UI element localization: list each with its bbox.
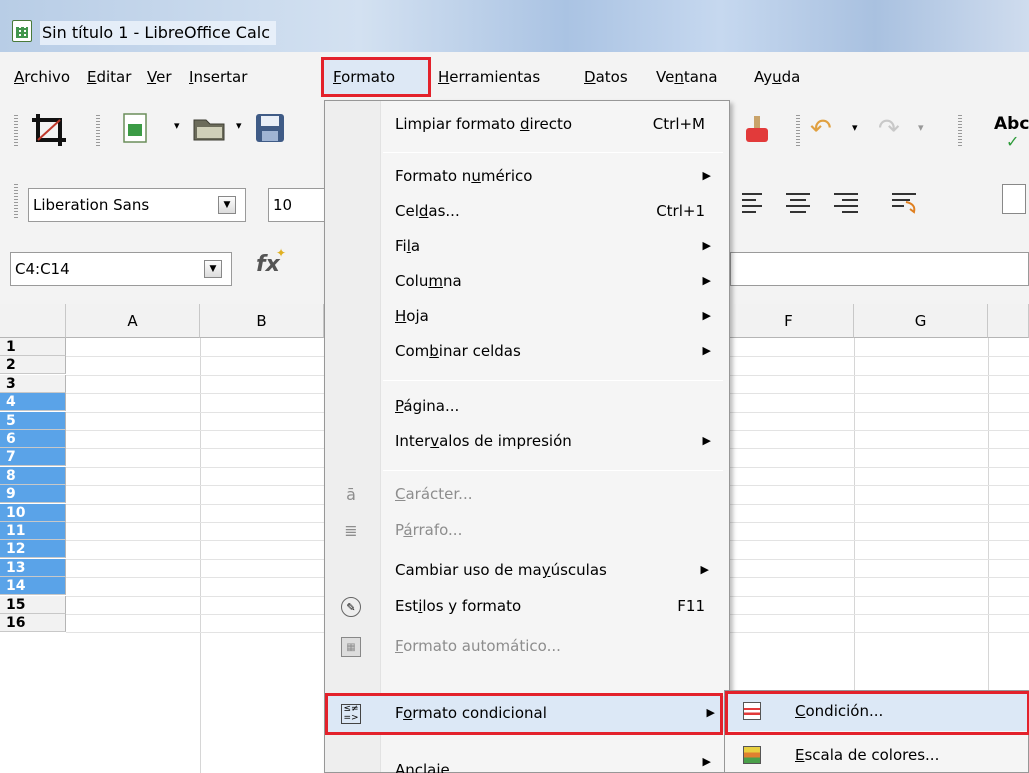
row-header[interactable]: 7 [0, 448, 66, 467]
font-name-field[interactable]: Liberation Sans [28, 188, 246, 222]
alignment-icons[interactable] [740, 188, 960, 218]
conditional-format-icon: ≤≠ => [341, 704, 361, 724]
spellcheck-check-icon: ✓ [1006, 132, 1020, 151]
submenu-arrow-icon: ▶ [706, 706, 715, 719]
condition-icon [743, 702, 761, 720]
menu-item-intervalos-impresion[interactable]: Intervalos de impresión ▶ [325, 424, 729, 458]
menu-item-combinar-celdas[interactable]: Combinar celdas ▶ [325, 334, 729, 368]
submenu-arrow-icon: ▶ [702, 239, 711, 252]
function-wizard-star-icon: ✦ [276, 246, 287, 260]
row-header[interactable]: 3 [0, 374, 66, 393]
row-header[interactable]: 12 [0, 540, 66, 559]
font-name-dropdown-icon[interactable]: ▼ [218, 196, 236, 214]
menu-datos[interactable]: Datos [584, 64, 628, 90]
undo-icon[interactable]: ↶ [810, 116, 832, 142]
menu-item-caracter[interactable]: ā Carácter... [325, 477, 729, 511]
toolbar-grip[interactable] [14, 182, 18, 218]
open-folder-icon[interactable] [192, 114, 228, 144]
redo-icon[interactable]: ↷ [878, 116, 900, 142]
row-header[interactable]: 8 [0, 466, 66, 485]
column-header-a[interactable]: A [66, 304, 200, 338]
toolbar-separator [796, 114, 800, 146]
name-box-dropdown-icon[interactable]: ▼ [204, 260, 222, 278]
title-bar: Sin título 1 - LibreOffice Calc [0, 0, 1029, 52]
formula-input[interactable] [730, 252, 1029, 286]
menu-item-estilos-formato[interactable]: ✎ Estilos y formato F11 [325, 589, 729, 623]
row-header[interactable]: 2 [0, 356, 66, 375]
row-header[interactable]: 4 [0, 393, 66, 412]
paragraph-icon: ≣ [344, 521, 358, 540]
character-icon: ā [346, 485, 356, 504]
save-icon[interactable] [254, 112, 288, 146]
menu-item-hoja[interactable]: Hoja ▶ [325, 299, 729, 333]
submenu-arrow-icon: ▶ [702, 344, 711, 357]
submenu-arrow-icon: ▶ [702, 274, 711, 287]
menu-item-parrafo[interactable]: ≣ Párrafo... [325, 513, 729, 547]
calc-app-icon [12, 20, 32, 42]
row-header[interactable]: 15 [0, 595, 66, 614]
menu-insertar[interactable]: Insertar [189, 64, 247, 90]
menu-item-formato-numerico[interactable]: Formato numérico ▶ [325, 159, 729, 193]
menu-item-celdas[interactable]: Celdas... Ctrl+1 [325, 194, 729, 228]
row-header[interactable]: 11 [0, 522, 66, 540]
menu-item-fila[interactable]: Fila ▶ [325, 229, 729, 263]
toolbar-separator [958, 114, 962, 146]
styles-icon: ✎ [341, 597, 361, 617]
menu-ventana[interactable]: Ventana [656, 64, 718, 90]
submenu-item-condicion[interactable]: Condición... [725, 691, 1029, 735]
row-header[interactable]: 16 [0, 614, 66, 632]
row-header[interactable]: 10 [0, 503, 66, 522]
new-spreadsheet-icon[interactable] [122, 112, 150, 146]
spellcheck-icon[interactable]: Abc [994, 114, 1029, 134]
menu-herramientas[interactable]: Herramientas [438, 64, 540, 90]
toolbar-separator [96, 114, 100, 146]
menu-item-pagina[interactable]: Página... [325, 389, 729, 423]
row-header[interactable]: 14 [0, 577, 66, 596]
chevron-down-icon[interactable]: ▾ [174, 120, 180, 131]
clone-formatting-icon[interactable] [738, 114, 772, 146]
select-all-corner[interactable] [0, 304, 66, 338]
column-header-f[interactable]: F [724, 304, 854, 338]
row-header[interactable]: 1 [0, 338, 66, 356]
menu-bar: Archivo Editar Ver Insertar Formato Herr… [0, 52, 1029, 100]
column-header-b[interactable]: B [200, 304, 324, 338]
row-header[interactable]: 13 [0, 558, 66, 577]
menu-editar[interactable]: Editar [87, 64, 131, 90]
row-header[interactable]: 6 [0, 430, 66, 448]
submenu-arrow-icon: ▶ [702, 434, 711, 447]
chevron-down-icon[interactable]: ▾ [918, 122, 924, 133]
submenu-arrow-icon: ▶ [702, 169, 711, 182]
chevron-down-icon[interactable]: ▾ [852, 122, 858, 133]
font-size-field[interactable]: 10 [268, 188, 326, 222]
menu-ver[interactable]: Ver [147, 64, 172, 90]
menu-item-formato-condicional[interactable]: ≤≠ => Formato condicional ▶ [325, 693, 729, 735]
menu-item-cambiar-mayusculas[interactable]: Cambiar uso de mayúsculas ▶ [325, 553, 729, 587]
submenu-arrow-icon: ▶ [700, 563, 709, 576]
submenu-arrow-icon: ▶ [702, 755, 711, 768]
formato-menu: Limpiar formato directo Ctrl+M Formato n… [324, 100, 730, 773]
menu-item-limpiar-formato[interactable]: Limpiar formato directo Ctrl+M [325, 107, 729, 141]
crop-icon[interactable] [30, 112, 70, 148]
menu-formato[interactable]: Formato [333, 64, 395, 90]
window-title: Sin título 1 - LibreOffice Calc [40, 21, 276, 45]
menu-archivo[interactable]: Archivo [14, 64, 70, 90]
menu-ayuda[interactable]: Ayuda [754, 64, 800, 90]
chevron-down-icon[interactable]: ▾ [236, 120, 242, 131]
row-header[interactable]: 5 [0, 411, 66, 430]
name-box[interactable]: C4:C14 [10, 252, 232, 286]
menu-item-formato-automatico[interactable]: ▦ Formato automático... [325, 629, 729, 663]
wrap-text-icon[interactable] [1002, 184, 1026, 214]
toolbar-grip[interactable] [14, 114, 18, 146]
autoformat-icon: ▦ [341, 637, 361, 657]
menu-item-anclaje[interactable]: Anclaje ▶ [325, 745, 729, 773]
color-scale-icon [743, 746, 761, 764]
submenu-arrow-icon: ▶ [702, 309, 711, 322]
submenu-item-escala-colores[interactable]: Escala de colores... [725, 735, 1028, 773]
formato-condicional-submenu: Condición... Escala de colores... [724, 690, 1029, 773]
column-header-g[interactable]: G [854, 304, 988, 338]
row-header[interactable]: 9 [0, 485, 66, 504]
menu-item-columna[interactable]: Columna ▶ [325, 264, 729, 298]
column-header-h[interactable] [988, 304, 1029, 338]
